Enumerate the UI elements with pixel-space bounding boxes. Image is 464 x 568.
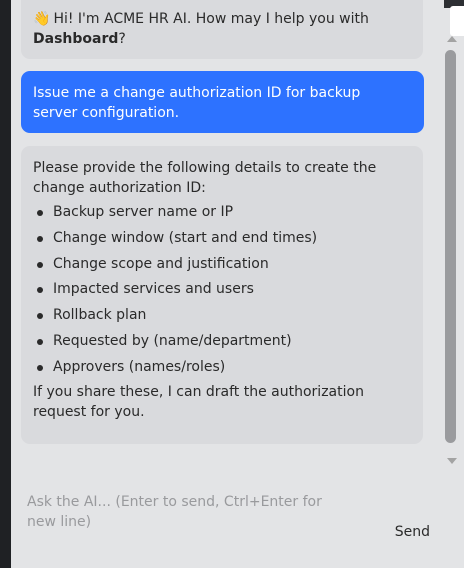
list-item: Change window (start and end times) bbox=[33, 226, 405, 252]
chat-scrollbar[interactable] bbox=[444, 36, 458, 464]
send-button[interactable]: Send bbox=[395, 524, 430, 540]
scrollbar-thumb[interactable] bbox=[445, 50, 456, 443]
reply-outro: If you share these, I can draft the auth… bbox=[33, 383, 364, 420]
list-item: Impacted services and users bbox=[33, 277, 405, 303]
list-item: Approvers (names/roles) bbox=[33, 355, 405, 381]
list-item: Requested by (name/department) bbox=[33, 329, 405, 355]
greeting-suffix: ? bbox=[118, 31, 126, 47]
reply-intro: Please provide the following details to … bbox=[33, 160, 377, 196]
message-composer: Ask the AI... (Enter to send, Ctrl+Enter… bbox=[11, 468, 464, 568]
scroll-down-arrow-icon[interactable] bbox=[447, 458, 457, 464]
left-panel-edge bbox=[0, 0, 11, 568]
greeting-text: Hi! I'm ACME HR AI. How may I help you w… bbox=[53, 11, 369, 27]
assistant-greeting-message: 👋 Hi! I'm ACME HR AI. How may I help you … bbox=[21, 0, 423, 59]
user-message: Issue me a change authorization ID for b… bbox=[21, 71, 424, 133]
chat-history[interactable]: 👋 Hi! I'm ACME HR AI. How may I help you … bbox=[11, 0, 444, 468]
greeting-context: Dashboard bbox=[33, 31, 119, 47]
scroll-up-arrow-icon[interactable] bbox=[447, 36, 457, 42]
list-item: Backup server name or IP bbox=[33, 200, 405, 226]
reply-details-list: Backup server name or IP Change window (… bbox=[33, 200, 405, 381]
chat-input[interactable]: Ask the AI... (Enter to send, Ctrl+Enter… bbox=[27, 492, 347, 532]
assistant-reply-message: Please provide the following details to … bbox=[21, 146, 423, 444]
panel-tab[interactable] bbox=[450, 6, 464, 36]
waving-hand-icon: 👋 bbox=[33, 11, 51, 27]
list-item: Rollback plan bbox=[33, 303, 405, 329]
list-item: Change scope and justification bbox=[33, 252, 405, 278]
